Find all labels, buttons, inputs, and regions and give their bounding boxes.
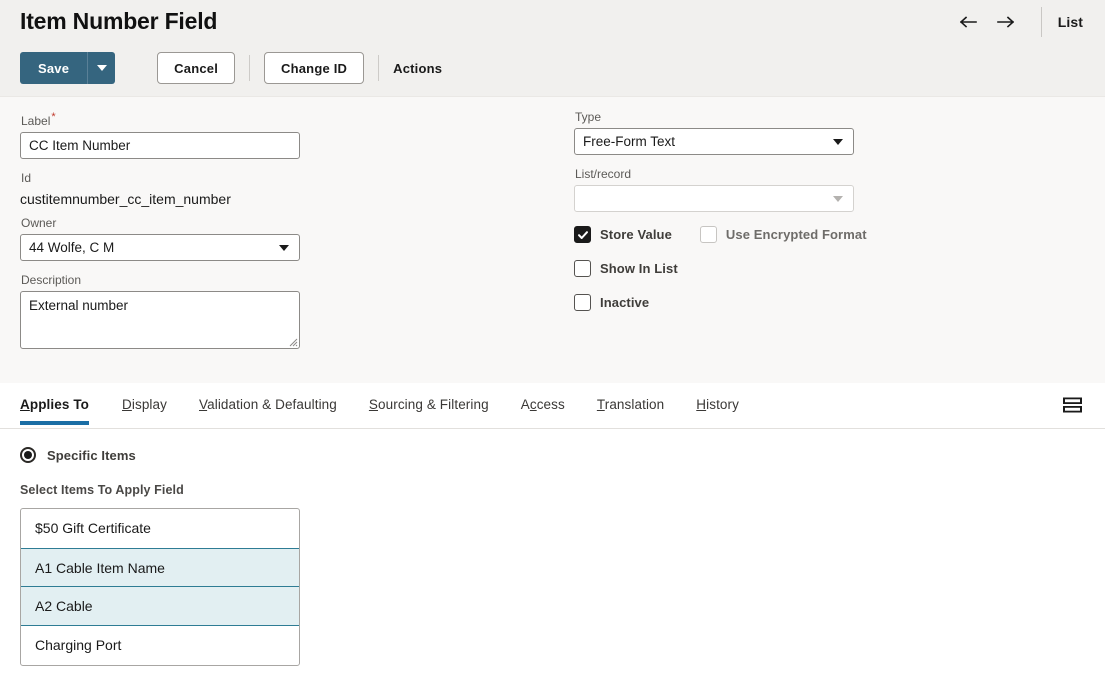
radio-dot <box>24 451 32 459</box>
header-nav-cluster: List <box>951 4 1105 40</box>
tab-translation-label: ranslation <box>605 397 665 412</box>
list-item[interactable]: Charging Port <box>21 626 299 665</box>
save-button[interactable]: Save <box>20 52 87 84</box>
tab-applies-to-accel: A <box>20 397 30 412</box>
form-column-left: Label* Id custitemnumber_cc_item_number … <box>20 97 320 349</box>
type-field-label: Type <box>575 109 904 125</box>
listrecord-select[interactable] <box>574 185 854 212</box>
toolbar-divider-2 <box>378 55 379 81</box>
tab-applies-to[interactable]: Applies To <box>20 383 89 425</box>
chevron-down-icon <box>833 196 843 202</box>
chevron-down-icon <box>833 139 843 145</box>
form-column-right: Type Free-Form Text List/record Store Va… <box>574 97 904 311</box>
specific-items-radio[interactable] <box>20 447 36 463</box>
cancel-button[interactable]: Cancel <box>157 52 235 84</box>
toolbar-divider-1 <box>249 55 250 81</box>
header-divider <box>1041 7 1042 37</box>
list-item[interactable]: $50 Gift Certificate <box>21 509 299 548</box>
tab-sourcing-filtering[interactable]: Sourcing & Filtering <box>369 383 489 425</box>
specific-items-label: Specific Items <box>47 448 136 463</box>
show-in-list-checkbox[interactable] <box>574 260 591 277</box>
toolbar: Save Cancel Change ID Actions <box>20 52 442 84</box>
page-header: Item Number Field List Save Cancel Chang… <box>0 0 1105 96</box>
store-value-label: Store Value <box>600 227 672 242</box>
label-field-label: Label* <box>21 109 320 129</box>
select-items-label: Select Items To Apply Field <box>20 483 1105 497</box>
select-items-listbox[interactable]: $50 Gift Certificate A1 Cable Item Name … <box>20 508 300 666</box>
label-field-label-text: Label <box>21 114 50 128</box>
description-field-label: Description <box>21 272 320 288</box>
listrecord-field-label: List/record <box>575 166 904 182</box>
list-item[interactable]: A1 Cable Item Name <box>21 548 299 587</box>
required-marker: * <box>51 111 55 123</box>
id-field-label: Id <box>21 170 320 186</box>
stacked-rows-icon[interactable] <box>1062 396 1083 414</box>
description-value: External number <box>29 298 128 313</box>
check-icon <box>577 229 589 241</box>
arrow-right-icon[interactable] <box>987 6 1023 38</box>
tab-access-label: cess <box>537 397 565 412</box>
type-select-value: Free-Form Text <box>575 134 833 149</box>
form-area: Label* Id custitemnumber_cc_item_number … <box>0 96 1105 383</box>
use-encrypted-format-label: Use Encrypted Format <box>726 227 867 242</box>
tab-translation-accel: T <box>597 397 605 412</box>
list-link[interactable]: List <box>1058 14 1105 30</box>
show-in-list-label: Show In List <box>600 261 678 276</box>
inactive-checkbox[interactable] <box>574 294 591 311</box>
change-id-button[interactable]: Change ID <box>264 52 364 84</box>
caret-down-icon <box>97 65 107 71</box>
use-encrypted-format-checkbox[interactable] <box>700 226 717 243</box>
tab-history-label: istory <box>706 397 739 412</box>
tab-translation[interactable]: Translation <box>597 383 664 425</box>
tab-history[interactable]: History <box>696 383 739 425</box>
page-title: Item Number Field <box>20 6 217 36</box>
tab-validation-accel: V <box>199 397 207 412</box>
tab-history-accel: H <box>696 397 706 412</box>
resize-grip-icon <box>286 335 298 347</box>
checkbox-row-2: Show In List <box>574 260 904 277</box>
applies-to-panel: Specific Items Select Items To Apply Fie… <box>0 447 1105 666</box>
checkbox-row-1: Store Value Use Encrypted Format <box>574 226 904 243</box>
actions-menu[interactable]: Actions <box>393 61 442 76</box>
arrow-left-icon[interactable] <box>951 6 987 38</box>
tab-sourcing-accel: S <box>369 397 378 412</box>
tab-access-pre: A <box>521 397 530 412</box>
tab-applies-to-label: pplies To <box>30 397 89 412</box>
owner-select-value: 44 Wolfe, C M <box>21 240 279 255</box>
inactive-label: Inactive <box>600 295 649 310</box>
checkbox-row-3: Inactive <box>574 294 904 311</box>
tab-validation-label: alidation & Defaulting <box>207 397 337 412</box>
tab-display[interactable]: Display <box>122 383 167 425</box>
chevron-down-icon <box>279 245 289 251</box>
store-value-checkbox[interactable] <box>574 226 591 243</box>
owner-field-label: Owner <box>21 215 320 231</box>
tab-bar: Applies To Display Validation & Defaulti… <box>0 383 1105 429</box>
tab-access-accel: c <box>530 397 537 412</box>
save-split-button: Save <box>20 52 115 84</box>
specific-items-radio-row: Specific Items <box>20 447 1105 463</box>
tab-access[interactable]: Access <box>521 383 565 425</box>
owner-select[interactable]: 44 Wolfe, C M <box>20 234 300 261</box>
description-textarea[interactable]: External number <box>20 291 300 349</box>
type-select[interactable]: Free-Form Text <box>574 128 854 155</box>
label-input[interactable] <box>20 132 300 159</box>
save-dropdown-button[interactable] <box>87 52 115 84</box>
tab-validation-defaulting[interactable]: Validation & Defaulting <box>199 383 337 425</box>
tab-sourcing-label: ourcing & Filtering <box>378 397 489 412</box>
tab-display-accel: D <box>122 397 132 412</box>
list-item[interactable]: A2 Cable <box>21 587 299 626</box>
id-value: custitemnumber_cc_item_number <box>20 189 320 209</box>
tab-display-label: isplay <box>132 397 167 412</box>
